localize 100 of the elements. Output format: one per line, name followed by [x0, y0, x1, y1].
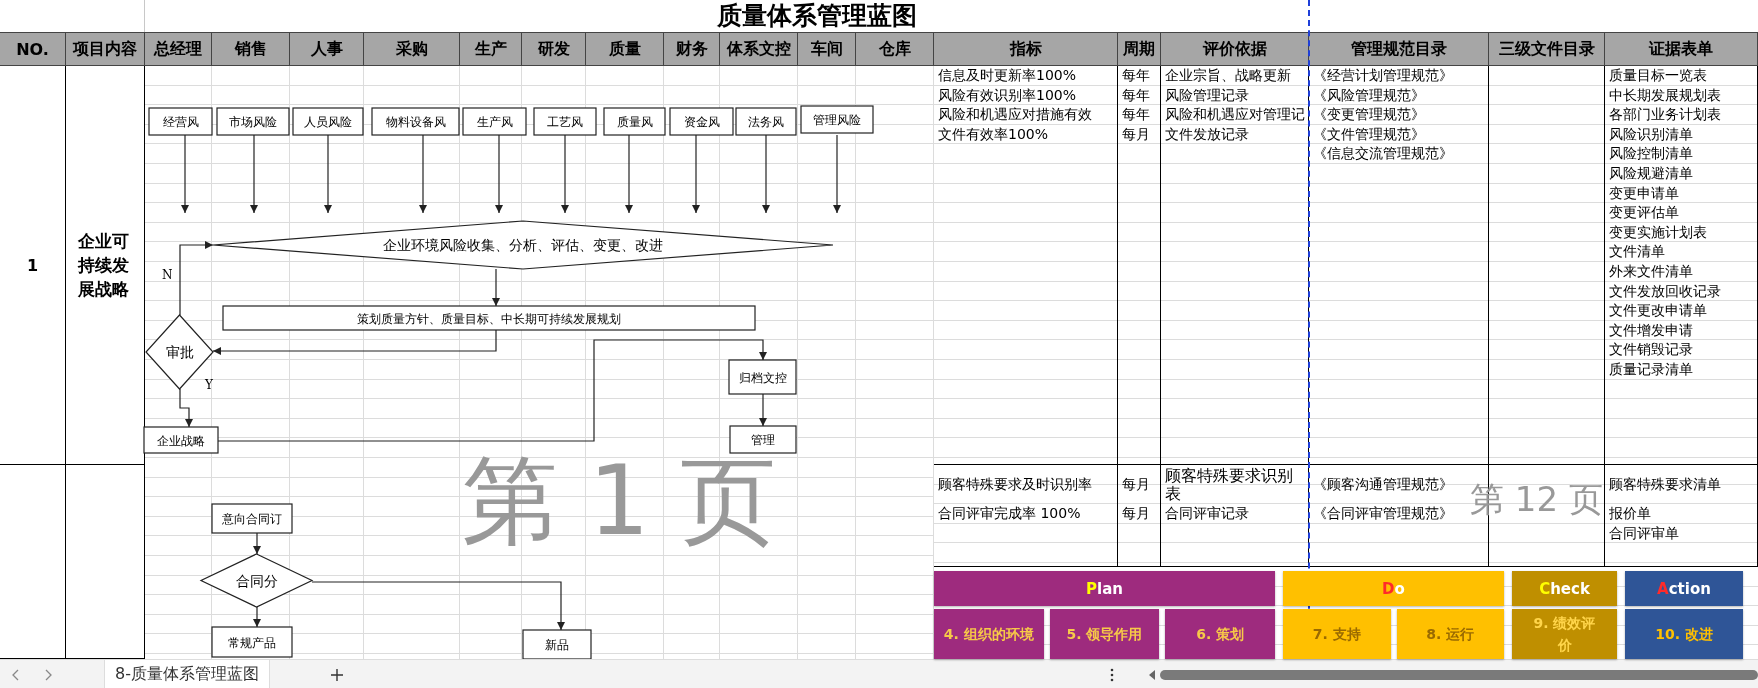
evaluation-basis-text: 企业宗旨、战略更新 — [1165, 66, 1292, 85]
evidence-form-text: 中长期发展规划表 — [1609, 85, 1722, 105]
pdca-step: 5. 领导作用 — [1049, 609, 1160, 659]
evidence-form-text: 质量目标一览表 — [1609, 66, 1708, 85]
evidence-form-text: 文件增发申请 — [1609, 320, 1694, 340]
specification-text: 《合同评审管理规范》 — [1313, 504, 1454, 524]
pdca-heading: Do — [1283, 571, 1504, 606]
column-header: 销售 — [212, 32, 290, 66]
process-box: 新品 — [522, 629, 592, 659]
specification-text: 《经营计划管理规范》 — [1313, 66, 1454, 85]
process-box: 归档文控 — [728, 359, 797, 395]
specification-text: 《顾客沟通管理规范》 — [1313, 474, 1454, 494]
column-header: 评价依据 — [1161, 32, 1309, 66]
connector-arrow — [253, 606, 261, 628]
sheet-tab[interactable]: 8-质量体系管理蓝图 — [104, 660, 270, 688]
indicator-text: 信息及时更新率100% — [938, 66, 1078, 85]
process-box: 常规产品 — [211, 626, 293, 658]
process-box: 生产风 — [462, 107, 527, 136]
process-box: 工艺风 — [533, 107, 597, 136]
evaluation-basis-text: 风险管理记录 — [1165, 85, 1250, 105]
period-text: 每月 — [1122, 474, 1151, 494]
column-header: 三级文件目录 — [1489, 32, 1605, 66]
pdca-step: 9. 绩效评价 — [1512, 609, 1617, 659]
evidence-form-text: 文件发放回收记录 — [1609, 281, 1722, 301]
indicator-text: 风险有效识别率100% — [938, 85, 1078, 105]
evidence-form-text: 报价单 — [1609, 504, 1652, 524]
column-header: 体系文控 — [720, 32, 798, 66]
column-header: 财务 — [664, 32, 720, 66]
specification-text: 《信息交流管理规范》 — [1313, 144, 1454, 164]
pdca-step: 4. 组织的环境 — [934, 609, 1044, 659]
indicator-text: 文件有效率100% — [938, 124, 1050, 144]
evidence-form-text: 变更实施计划表 — [1609, 222, 1708, 242]
column-header: 管理规范目录 — [1309, 32, 1489, 66]
evaluation-basis-text: 文件发放记录 — [1165, 124, 1250, 144]
decision-diamond: 企业环境风险收集、分析、评估、变更、改进 — [212, 220, 834, 270]
project-item-text: 企业可持续发展战略 — [78, 230, 130, 301]
edge-label: Y — [205, 378, 213, 392]
process-box: 资金风 — [669, 107, 734, 136]
specification-text: 《文件管理规范》 — [1313, 124, 1426, 144]
evidence-form-text: 变更申请单 — [1609, 183, 1680, 203]
process-box: 物料设备风 — [371, 107, 460, 136]
evidence-form-text: 文件更改申请单 — [1609, 301, 1708, 321]
process-box: 市场风险 — [216, 107, 290, 136]
column-header: 质量 — [586, 32, 664, 66]
evidence-form-text: 外来文件清单 — [1609, 261, 1694, 281]
column-header: 生产 — [460, 32, 522, 66]
column-header: 总经理 — [145, 32, 212, 66]
process-box: 管理风险 — [800, 105, 874, 134]
pdca-step: 7. 支持 — [1283, 609, 1391, 659]
connector-arrow — [492, 268, 500, 307]
evidence-form-text: 风险识别清单 — [1609, 124, 1694, 144]
column-header: NO. — [0, 32, 66, 66]
pdca-step: 6. 策划 — [1165, 609, 1275, 659]
pdca-heading: Action — [1625, 571, 1743, 606]
evidence-form-text: 风险控制清单 — [1609, 144, 1694, 164]
process-box: 策划质量方针、质量目标、中长期可持续发展规划 — [222, 305, 756, 331]
column-header: 证据表单 — [1605, 32, 1758, 66]
process-box: 企业战略 — [143, 426, 219, 454]
process-box: 质量风 — [603, 107, 666, 136]
evaluation-basis-text: 顾客特殊要求识别表 — [1165, 465, 1294, 505]
evidence-form-text: 风险规避清单 — [1609, 163, 1694, 183]
evidence-form-text: 变更评估单 — [1609, 203, 1680, 223]
add-sheet-icon[interactable] — [329, 667, 344, 682]
process-box: 经营风 — [148, 107, 213, 136]
column-header: 研发 — [522, 32, 586, 66]
edge-label: N — [162, 268, 173, 282]
evidence-form-text: 文件清单 — [1609, 242, 1666, 262]
indicator-text: 合同评审完成率 100% — [938, 504, 1082, 524]
row-number: 1 — [26, 255, 39, 275]
specification-text: 《风险管理规范》 — [1313, 85, 1426, 105]
process-box: 管理 — [729, 425, 797, 454]
period-text: 每年 — [1122, 85, 1151, 105]
evaluation-basis-text: 风险和机遇应对管理记 — [1165, 105, 1306, 125]
column-header: 指标 — [934, 32, 1118, 66]
column-header: 仓库 — [856, 32, 934, 66]
column-header: 采购 — [364, 32, 460, 66]
period-text: 每年 — [1122, 66, 1151, 85]
column-header: 车间 — [798, 32, 856, 66]
evidence-form-text: 文件销毁记录 — [1609, 340, 1694, 360]
specification-text: 《变更管理规范》 — [1313, 105, 1426, 125]
pdca-heading: Plan — [934, 571, 1275, 606]
evidence-form-text: 顾客特殊要求清单 — [1609, 474, 1722, 494]
evidence-form-text: 各部门业务计划表 — [1609, 105, 1722, 125]
indicator-text: 风险和机遇应对措施有效 — [938, 105, 1093, 125]
process-box: 意向合同订 — [211, 503, 293, 534]
more-options-icon[interactable] — [1109, 667, 1114, 682]
period-text: 每月 — [1122, 504, 1151, 524]
period-text: 每年 — [1122, 105, 1151, 125]
indicator-text: 顾客特殊要求及时识别率 — [938, 474, 1093, 494]
decision-diamond: 合同分 — [199, 553, 314, 608]
sheet-title: 质量体系管理蓝图 — [716, 0, 918, 32]
pdca-step: 8. 运行 — [1396, 609, 1504, 659]
pdca-step: 10. 改进 — [1625, 609, 1743, 659]
column-header: 项目内容 — [66, 32, 145, 66]
scroll-left-icon[interactable] — [1147, 669, 1156, 680]
evidence-form-text: 质量记录清单 — [1609, 359, 1694, 379]
process-box: 法务风 — [735, 107, 797, 136]
process-box: 人员风险 — [292, 107, 364, 136]
column-header: 周期 — [1118, 32, 1161, 66]
connector-arrow — [253, 532, 261, 555]
